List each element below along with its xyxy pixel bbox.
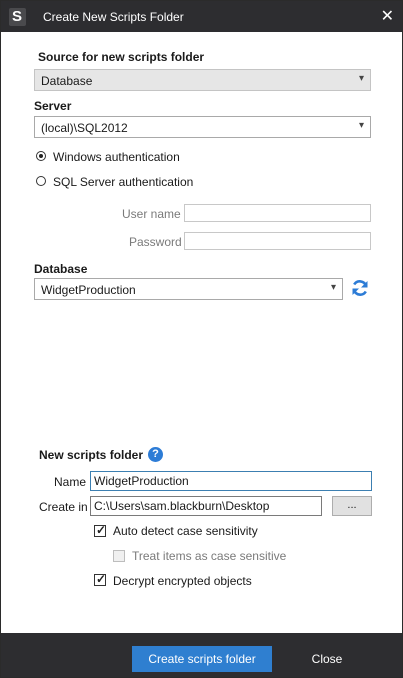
password-input[interactable]: [184, 232, 371, 250]
create-in-input[interactable]: C:\Users\sam.blackburn\Desktop: [90, 496, 322, 516]
name-label: Name: [54, 475, 87, 489]
server-value: (local)\SQL2012: [41, 121, 128, 135]
browse-button[interactable]: ...: [332, 496, 372, 516]
decrypt-checkbox[interactable]: ✓: [94, 572, 106, 586]
database-label: Database: [34, 262, 88, 276]
auto-detect-checkbox[interactable]: ✓: [94, 523, 106, 537]
close-button[interactable]: Close: [291, 646, 363, 672]
windows-auth-radio[interactable]: [36, 151, 46, 161]
chevron-down-icon: ▾: [358, 73, 364, 84]
password-label: Password: [129, 235, 182, 249]
source-label: Source for new scripts folder: [38, 50, 205, 64]
username-label: User name: [122, 207, 181, 221]
server-select[interactable]: (local)\SQL2012 ▾: [34, 116, 371, 138]
create-in-value: C:\Users\sam.blackburn\Desktop: [94, 499, 270, 513]
sql-auth-label[interactable]: SQL Server authentication: [53, 175, 193, 189]
create-in-label: Create in: [39, 500, 88, 514]
window-title: Create New Scripts Folder: [43, 10, 184, 24]
source-select[interactable]: Database ▾: [34, 69, 371, 91]
dialog-window: S Create New Scripts Folder ✕ Source for…: [0, 0, 403, 678]
scripts-folder-heading: New scripts folder: [39, 448, 144, 462]
database-select[interactable]: WidgetProduction ▾: [34, 278, 343, 300]
windows-auth-label[interactable]: Windows authentication: [53, 150, 180, 164]
sql-auth-radio[interactable]: [36, 176, 46, 186]
database-value: WidgetProduction: [41, 283, 136, 297]
chevron-down-icon: ▾: [330, 282, 336, 293]
auto-detect-label[interactable]: Auto detect case sensitivity: [113, 524, 258, 538]
case-sensitive-checkbox: [113, 550, 125, 562]
chevron-down-icon: ▾: [358, 120, 364, 131]
source-value: Database: [41, 74, 93, 88]
username-input[interactable]: [184, 204, 371, 222]
title-bar: S Create New Scripts Folder ✕: [1, 1, 402, 32]
name-input[interactable]: WidgetProduction: [90, 471, 372, 491]
name-value: WidgetProduction: [94, 474, 189, 488]
server-label: Server: [34, 99, 72, 113]
app-logo-icon: S: [9, 8, 26, 26]
create-scripts-folder-button[interactable]: Create scripts folder: [132, 646, 272, 672]
help-icon[interactable]: ?: [148, 447, 163, 462]
decrypt-label[interactable]: Decrypt encrypted objects: [113, 574, 252, 588]
refresh-icon[interactable]: [350, 278, 370, 298]
case-sensitive-label: Treat items as case sensitive: [132, 549, 287, 563]
close-icon[interactable]: ✕: [381, 6, 394, 26]
